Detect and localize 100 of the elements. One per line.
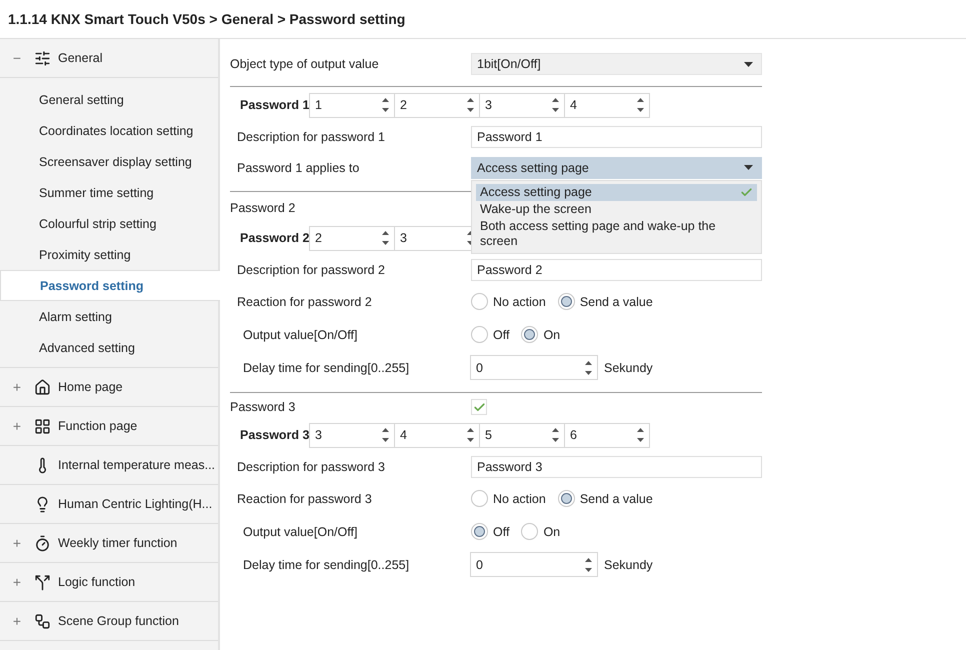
sidebar-item[interactable]: Advanced setting — [0, 332, 218, 363]
checkbox[interactable] — [471, 399, 487, 415]
radio-option[interactable]: Off — [471, 326, 510, 343]
unit-label: Sekundy — [604, 558, 653, 572]
spin-arrows-icon[interactable] — [552, 427, 559, 443]
field-label: Output value[On/Off] — [242, 524, 358, 538]
radio-label: No action — [493, 294, 546, 308]
field-label: Reaction for password 2 — [236, 294, 373, 308]
field-label: Reaction for password 3 — [236, 492, 373, 506]
number-field[interactable]: 6 — [564, 422, 650, 448]
field-label: Description for password 2 — [236, 262, 386, 276]
spin-arrows-icon[interactable] — [382, 427, 389, 443]
number-field[interactable]: 0 — [470, 355, 598, 380]
number-field[interactable]: 4 — [564, 92, 650, 118]
radio-option[interactable]: On — [521, 326, 560, 343]
text-field[interactable]: Password 1 — [471, 126, 762, 148]
radio-option[interactable]: Off — [471, 523, 510, 540]
field-label: Delay time for sending[0..255] — [242, 558, 410, 572]
sidebar-item[interactable]: Screensaver display setting — [0, 146, 218, 177]
number-field[interactable]: 3 — [309, 422, 395, 448]
caret-icon — [744, 165, 753, 170]
radio-option[interactable]: On — [521, 523, 560, 540]
dropdown[interactable]: 1bit[On/Off] — [471, 53, 762, 75]
radio-button[interactable] — [558, 490, 575, 507]
spin-arrows-icon[interactable] — [585, 360, 592, 376]
section-title: Password 2 — [230, 201, 296, 215]
expander-toggle[interactable]: + — [0, 613, 34, 629]
radio-button[interactable] — [471, 490, 488, 507]
spin-arrows-icon[interactable] — [467, 230, 474, 246]
field-label: Password 1 applies to — [236, 160, 360, 174]
spin-arrows-icon[interactable] — [637, 97, 644, 113]
dropdown-option[interactable]: Wake-up the screen — [476, 200, 757, 218]
group-label: Logic function — [58, 575, 136, 589]
field-label: Delay time for sending[0..255] — [242, 360, 410, 374]
radio-label: Send a value — [580, 492, 653, 506]
sidebar-group[interactable]: + Scene Group function — [0, 602, 218, 641]
group-label: Function page — [58, 419, 138, 433]
dropdown-option[interactable]: Access setting page — [476, 184, 757, 200]
radio-option[interactable]: Send a value — [558, 293, 653, 310]
number-field[interactable]: 3 — [479, 92, 565, 118]
radio-label: Off — [493, 328, 510, 342]
spin-arrows-icon[interactable] — [552, 97, 559, 113]
sidebar-group[interactable]: + Home page — [0, 368, 218, 407]
radio-option[interactable]: No action — [471, 293, 546, 310]
sidebar-item[interactable]: Proximity setting — [0, 239, 218, 270]
sliders-icon — [34, 50, 51, 66]
number-field[interactable]: 5 — [479, 422, 565, 448]
expander-toggle[interactable]: + — [0, 574, 34, 590]
radio-option[interactable]: No action — [471, 490, 546, 507]
number-field[interactable]: 2 — [394, 92, 480, 118]
grid-icon — [34, 418, 51, 434]
spin-arrows-icon[interactable] — [637, 427, 644, 443]
radio-label: On — [543, 524, 560, 538]
sidebar-item[interactable]: Alarm setting — [0, 301, 218, 332]
sidebar-group[interactable]: + Logic function — [0, 563, 218, 602]
spin-arrows-icon[interactable] — [585, 556, 592, 572]
sidebar-item[interactable]: Colourful strip setting — [0, 208, 218, 239]
spin-arrows-icon[interactable] — [382, 97, 389, 113]
number-field[interactable]: 2 — [309, 226, 395, 250]
field-label: Description for password 1 — [236, 130, 386, 144]
radio-label: On — [543, 328, 560, 342]
radio-button[interactable] — [558, 293, 575, 310]
password-label: Password 1 — [240, 98, 310, 112]
field-label: Description for password 3 — [236, 460, 386, 474]
sidebar-group[interactable]: + Function page — [0, 407, 218, 446]
radio-button[interactable] — [471, 326, 488, 343]
spin-arrows-icon[interactable] — [467, 427, 474, 443]
radio-label: No action — [493, 492, 546, 506]
number-field[interactable]: 0 — [470, 552, 598, 577]
sidebar-group[interactable]: Human Centric Lighting(H... — [0, 485, 218, 524]
expander-toggle[interactable]: + — [0, 535, 34, 551]
spin-arrows-icon[interactable] — [467, 97, 474, 113]
check-icon — [740, 186, 753, 198]
text-field[interactable]: Password 3 — [471, 456, 762, 478]
sidebar-item[interactable]: Password setting — [0, 270, 220, 301]
house-icon — [34, 378, 51, 396]
radio-option[interactable]: Send a value — [558, 490, 653, 507]
sidebar-group[interactable]: Internal temperature meas... — [0, 446, 218, 485]
text-field[interactable]: Password 2 — [471, 258, 762, 280]
dropdown[interactable]: Access setting page — [471, 156, 762, 178]
radio-label: Off — [493, 524, 510, 538]
radio-button[interactable] — [471, 293, 488, 310]
expander-toggle[interactable]: − — [0, 50, 34, 66]
sidebar-item[interactable]: General setting — [0, 84, 218, 115]
sidebar-group[interactable]: − General — [0, 39, 218, 78]
branches-icon — [34, 612, 51, 630]
group-label: Human Centric Lighting(H... — [58, 497, 212, 511]
sidebar-item[interactable]: Summer time setting — [0, 177, 218, 208]
radio-button[interactable] — [521, 523, 538, 540]
group-label: Home page — [58, 380, 123, 394]
radio-button[interactable] — [521, 326, 538, 343]
number-field[interactable]: 4 — [394, 422, 480, 448]
radio-button[interactable] — [471, 523, 488, 540]
sidebar-item[interactable]: Coordinates location setting — [0, 115, 218, 146]
number-field[interactable]: 1 — [309, 92, 395, 118]
sidebar-group[interactable]: + Weekly timer function — [0, 524, 218, 563]
expander-toggle[interactable]: + — [0, 379, 34, 395]
expander-toggle[interactable]: + — [0, 418, 34, 434]
group-label: General — [58, 51, 102, 65]
spin-arrows-icon[interactable] — [382, 230, 389, 246]
